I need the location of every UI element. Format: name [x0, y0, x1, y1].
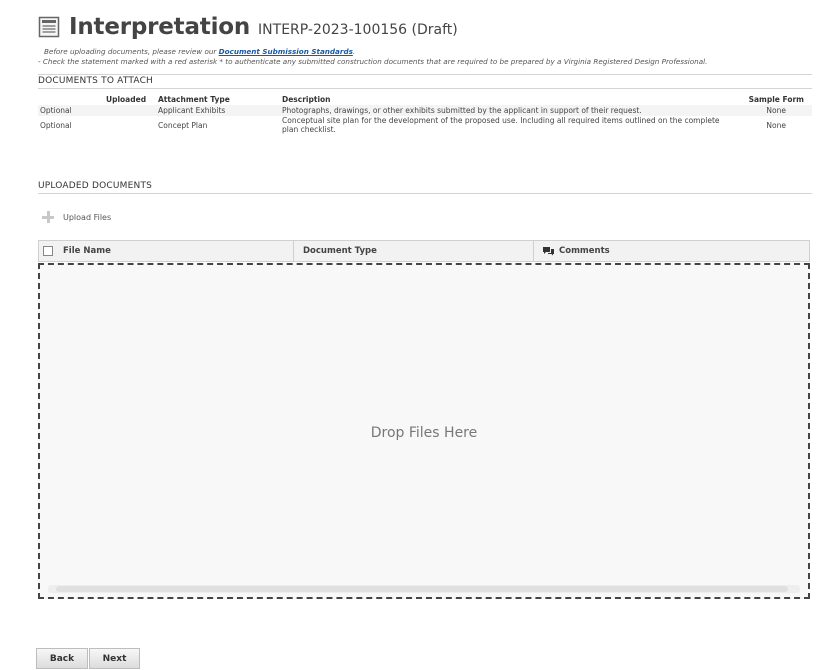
- page-title: Interpretation: [69, 14, 251, 40]
- description-cell: Conceptual site plan for the development…: [280, 116, 742, 134]
- document-type-header-label: Document Type: [303, 246, 377, 256]
- upload-files-label: Upload Files: [63, 212, 112, 222]
- requirement-cell: Optional: [38, 105, 104, 116]
- document-icon: [38, 16, 60, 38]
- scrollbar-thumb[interactable]: [56, 586, 788, 592]
- sample-form-cell: None: [742, 105, 812, 116]
- table-header-row: Uploaded Attachment Type Description Sam…: [38, 93, 812, 105]
- comments-column-header[interactable]: Comments: [534, 241, 809, 261]
- upload-files-button[interactable]: Upload Files: [42, 211, 111, 223]
- table-row: Optional Applicant Exhibits Photographs,…: [38, 105, 812, 116]
- instructions-prefix: Before uploading documents, please revie…: [44, 47, 219, 56]
- page-header: Interpretation INTERP-2023-100156 (Draft…: [38, 12, 458, 42]
- comments-header-label: Comments: [559, 246, 610, 256]
- uploaded-cell: [104, 105, 156, 116]
- divider: [38, 74, 812, 75]
- horizontal-scrollbar[interactable]: [48, 585, 800, 593]
- instructions-suffix: .: [352, 47, 356, 56]
- attachment-type-column-header: Attachment Type: [158, 94, 230, 104]
- plus-icon: [42, 211, 54, 223]
- uploaded-column-header: Uploaded: [106, 94, 147, 104]
- uploaded-documents-title: UPLOADED DOCUMENTS: [38, 181, 153, 191]
- documents-to-attach-table: Uploaded Attachment Type Description Sam…: [38, 93, 812, 134]
- select-all-checkbox[interactable]: [43, 246, 53, 256]
- file-name-header-label: File Name: [63, 246, 111, 256]
- documents-to-attach-title: DOCUMENTS TO ATTACH: [38, 76, 154, 86]
- back-button[interactable]: Back: [36, 648, 88, 669]
- next-button[interactable]: Next: [89, 648, 140, 669]
- uploaded-documents-grid-header: File Name Document Type Comments: [38, 240, 810, 262]
- divider: [38, 193, 812, 194]
- record-id: INTERP-2023-100156 (Draft): [258, 21, 458, 38]
- file-drop-zone[interactable]: Drop Files Here: [38, 263, 810, 599]
- sample-form-column-header: Sample Form: [748, 94, 804, 104]
- description-cell: Photographs, drawings, or other exhibits…: [280, 105, 742, 116]
- submission-standards-link[interactable]: Document Submission Standards: [219, 47, 353, 56]
- instructions-line-2: - Check the statement marked with a red …: [38, 57, 708, 66]
- instructions-line-1: Before uploading documents, please revie…: [44, 47, 355, 56]
- attachment-type-cell: Applicant Exhibits: [156, 105, 280, 116]
- document-type-column-header[interactable]: Document Type: [294, 241, 534, 261]
- table-row: Optional Concept Plan Conceptual site pl…: [38, 116, 812, 134]
- requirement-cell: Optional: [38, 116, 104, 134]
- sample-form-cell: None: [742, 116, 812, 134]
- requirement-column-header: [38, 93, 104, 105]
- speech-bubbles-icon: [542, 246, 555, 256]
- drop-files-text: Drop Files Here: [370, 425, 478, 441]
- uploaded-cell: [104, 116, 156, 134]
- description-column-header: Description: [282, 94, 331, 104]
- divider: [38, 88, 812, 89]
- file-name-column-header[interactable]: File Name: [39, 241, 294, 261]
- attachment-type-cell: Concept Plan: [156, 116, 280, 134]
